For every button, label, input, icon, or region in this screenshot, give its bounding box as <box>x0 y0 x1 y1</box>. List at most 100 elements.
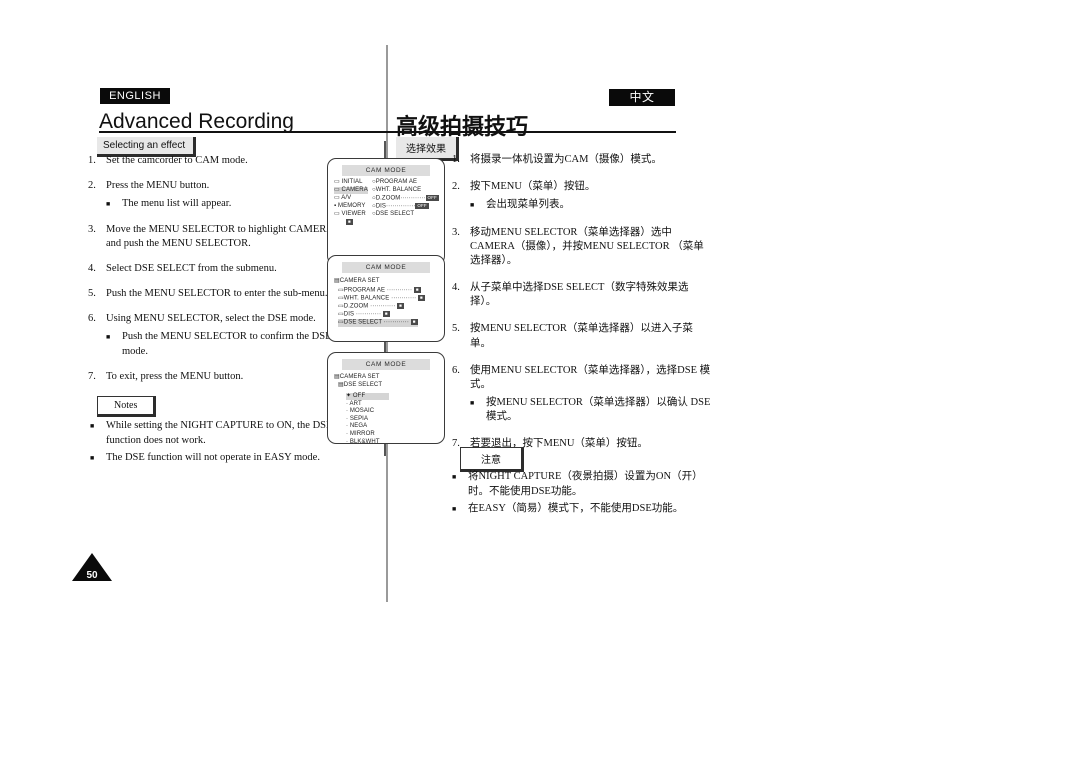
title-rule <box>99 131 676 133</box>
page-number: 50 <box>86 570 98 581</box>
step-number: 4. <box>452 282 460 294</box>
lcd-screen-camera-set: CAM MODE ▤CAMERA SET ▭PROGRAM AE ·······… <box>327 255 445 342</box>
lcd2-item-label: DIS <box>343 311 355 318</box>
step-body: 按下MENU（菜单）按钮。 ■ 会出现菜单列表。 <box>470 180 712 212</box>
notes-label-english: Notes <box>97 396 157 417</box>
lcd2-item-label: D.ZOOM <box>343 303 369 310</box>
lcd1-left-item-label: INITIAL <box>339 179 363 185</box>
instruction-step: 5. 按MENU SELECTOR（菜单选择器）以进入子菜单。 <box>452 322 712 350</box>
step-body: Push the MENU SELECTOR to enter the sub-… <box>106 287 338 301</box>
step-body: 使用MENU SELECTOR（菜单选择器），选择DSE 模式。 ■ 按MENU S… <box>470 364 712 425</box>
value-chip: ■ <box>410 319 418 325</box>
lcd1-left-item: ▭ INITIAL <box>334 179 363 186</box>
step-number: 5. <box>88 288 96 300</box>
note-text: 在EASY（简易）模式下，不能使用DSE功能。 <box>468 503 684 515</box>
step-text: Using MENU SELECTOR, select the DSE mode… <box>106 313 316 325</box>
instruction-step: 1. 将摄录一体机设置为CAM（摄像）模式。 <box>452 153 712 167</box>
step-number: 5. <box>452 323 460 335</box>
notes-list-chinese: ■ 将NIGHT CAPTURE（夜景拍摄）设置为ON（开）时。不能使用DSE功能… <box>452 470 722 520</box>
lcd2-item-label: WHT. BALANCE <box>343 295 390 302</box>
note-item: ■ 在EASY（简易）模式下，不能使用DSE功能。 <box>452 502 722 517</box>
lcd3-option: · ART <box>346 401 362 408</box>
lcd1-left-item: ▭ CAMERA <box>334 187 368 195</box>
square-bullet-icon: ■ <box>90 454 95 463</box>
lcd1-left-item-label: VIEWER <box>339 211 366 217</box>
step-text: 按MENU SELECTOR（菜单选择器）以进入子菜单。 <box>470 323 693 349</box>
step-text: 将摄录一体机设置为CAM（摄像）模式。 <box>470 154 662 165</box>
step-body: To exit, press the MENU button. <box>106 370 338 384</box>
step-number: 1. <box>88 155 96 166</box>
instruction-list-english: 1. Set the camcorder to CAM mode. 2. Press … <box>88 154 338 395</box>
lcd2-item-label: PROGRAM AE <box>343 287 386 294</box>
step-subnote: ■ The menu list will appear. <box>106 197 338 211</box>
value-chip: ■ <box>382 311 390 317</box>
lcd1-left-item: ▪ MEMORY <box>334 203 366 210</box>
note-text: 将NIGHT CAPTURE（夜景拍摄）设置为ON（开）时。不能使用DSE功能。 <box>468 471 703 497</box>
lcd2-item: ▭DIS ············ ■ <box>338 311 390 318</box>
step-number: 2. <box>452 181 460 193</box>
lcd1-right-item-label: DIS <box>375 203 387 210</box>
lcd3-option: · NEGA <box>346 423 367 430</box>
square-bullet-icon: ■ <box>470 399 475 408</box>
lcd1-left-item-label: CAMERA <box>339 187 368 193</box>
instruction-list-chinese: 1. 将摄录一体机设置为CAM（摄像）模式。 2. 按下MENU（菜单）按钮。 ■ 会出现… <box>452 153 712 465</box>
step-body: Select DSE SELECT from the submenu. <box>106 262 338 276</box>
lcd3-option: · BLK&WHT <box>346 439 380 446</box>
lcd1-left-item: ▭ VIEWER <box>334 211 366 218</box>
lcd2-item: ▭WHT. BALANCE ············ ■ <box>338 295 425 302</box>
step-body: Press the MENU button. ■ The menu list wil… <box>106 179 338 211</box>
step-text: Select DSE SELECT from the submenu. <box>106 262 277 274</box>
step-text: 使用MENU SELECTOR（菜单选择器），选择DSE 模式。 <box>470 364 711 390</box>
note-text: The DSE function will not operate in EAS… <box>106 452 320 464</box>
lcd1-left-item-label: A/V <box>339 195 352 201</box>
lcd1-right-item: ○D.ZOOM············ OFF <box>372 195 439 202</box>
step-text: 移动MENU SELECTOR（菜单选择器）选中 CAMERA（摄像），并按ME… <box>470 226 704 266</box>
lcd1-right-item: ○PROGRAM AE <box>372 179 417 186</box>
value-chip: ■ <box>418 295 425 301</box>
instruction-step: 6. Using MENU SELECTOR, select the DSE mo… <box>88 312 338 359</box>
instruction-step: 3. Move the MENU SELECTOR to highlight CA… <box>88 223 338 251</box>
lcd3-option: · SEPIA <box>346 416 368 423</box>
step-body: 移动MENU SELECTOR（菜单选择器）选中 CAMERA（摄像），并按ME… <box>470 226 712 269</box>
step-number: 6. <box>452 364 460 376</box>
step-number: 2. <box>88 180 96 192</box>
step-subnote: ■ 按MENU SELECTOR（菜单选择器）以确认 DSE模式。 <box>470 396 712 424</box>
step-text: Press the MENU button. <box>106 180 210 192</box>
square-bullet-icon: ■ <box>452 505 457 514</box>
instruction-step: 6. 使用MENU SELECTOR（菜单选择器），选择DSE 模式。 ■ 按MENU… <box>452 364 712 425</box>
step-number: 3. <box>88 223 96 235</box>
lcd2-item-label: DSE SELECT <box>343 319 383 326</box>
lcd3-mode-title: CAM MODE <box>342 359 430 370</box>
instruction-step: 5. Push the MENU SELECTOR to enter the su… <box>88 287 338 301</box>
instruction-step: 3. 移动MENU SELECTOR（菜单选择器）选中 CAMERA（摄像），并按… <box>452 226 712 269</box>
lcd1-mode-title: CAM MODE <box>342 165 430 176</box>
square-bullet-icon: ■ <box>106 200 111 209</box>
lcd1-right-item: ○DIS·············· OFF <box>372 203 429 210</box>
step-number: 6. <box>88 313 96 325</box>
step-text: 按下MENU（菜单）按钮。 <box>470 181 596 193</box>
lcd1-right-item: ○DSE SELECT <box>372 211 414 218</box>
notes-label-chinese: 注意 <box>460 447 524 472</box>
lcd3-option-label: SEPIA <box>348 415 369 422</box>
value-chip: ■ <box>413 287 421 293</box>
step-subnote: ■ Push the MENU SELECTOR to confirm the D… <box>106 330 338 358</box>
lcd3-option: · MOSAIC <box>346 408 374 415</box>
lcd-connector-top <box>384 141 386 158</box>
square-bullet-icon: ■ <box>452 473 457 481</box>
step-text: Push the MENU SELECTOR to enter the sub-… <box>106 288 328 300</box>
language-badge-chinese: 中文 <box>609 89 675 106</box>
lcd3-option-label: MIRROR <box>348 431 375 437</box>
lcd1-right-item: ○WHT. BALANCE <box>372 187 421 194</box>
lcd1-right-item-label: PROGRAM AE <box>375 179 418 185</box>
note-item: ■ The DSE function will not operate in EA… <box>90 451 370 466</box>
lcd2-item: ▭PROGRAM AE ············ ■ <box>338 287 421 294</box>
lcd2-item: ▭D.ZOOM ············ ■ <box>338 303 404 310</box>
lcd1-right-item-label: WHT. BALANCE <box>375 187 422 193</box>
step-body: Move the MENU SELECTOR to highlight CAME… <box>106 223 338 251</box>
step-subnote-text: 按MENU SELECTOR（菜单选择器）以确认 DSE模式。 <box>486 397 711 423</box>
lcd3-option: ✦ OFF <box>346 393 390 401</box>
step-subnote: ■ 会出现菜单列表。 <box>470 198 712 212</box>
note-item: ■ 将NIGHT CAPTURE（夜景拍摄）设置为ON（开）时。不能使用DSE功能… <box>452 470 722 499</box>
square-bullet-icon: ■ <box>106 333 111 342</box>
instruction-step: 2. Press the MENU button. ■ The menu list w… <box>88 179 338 211</box>
